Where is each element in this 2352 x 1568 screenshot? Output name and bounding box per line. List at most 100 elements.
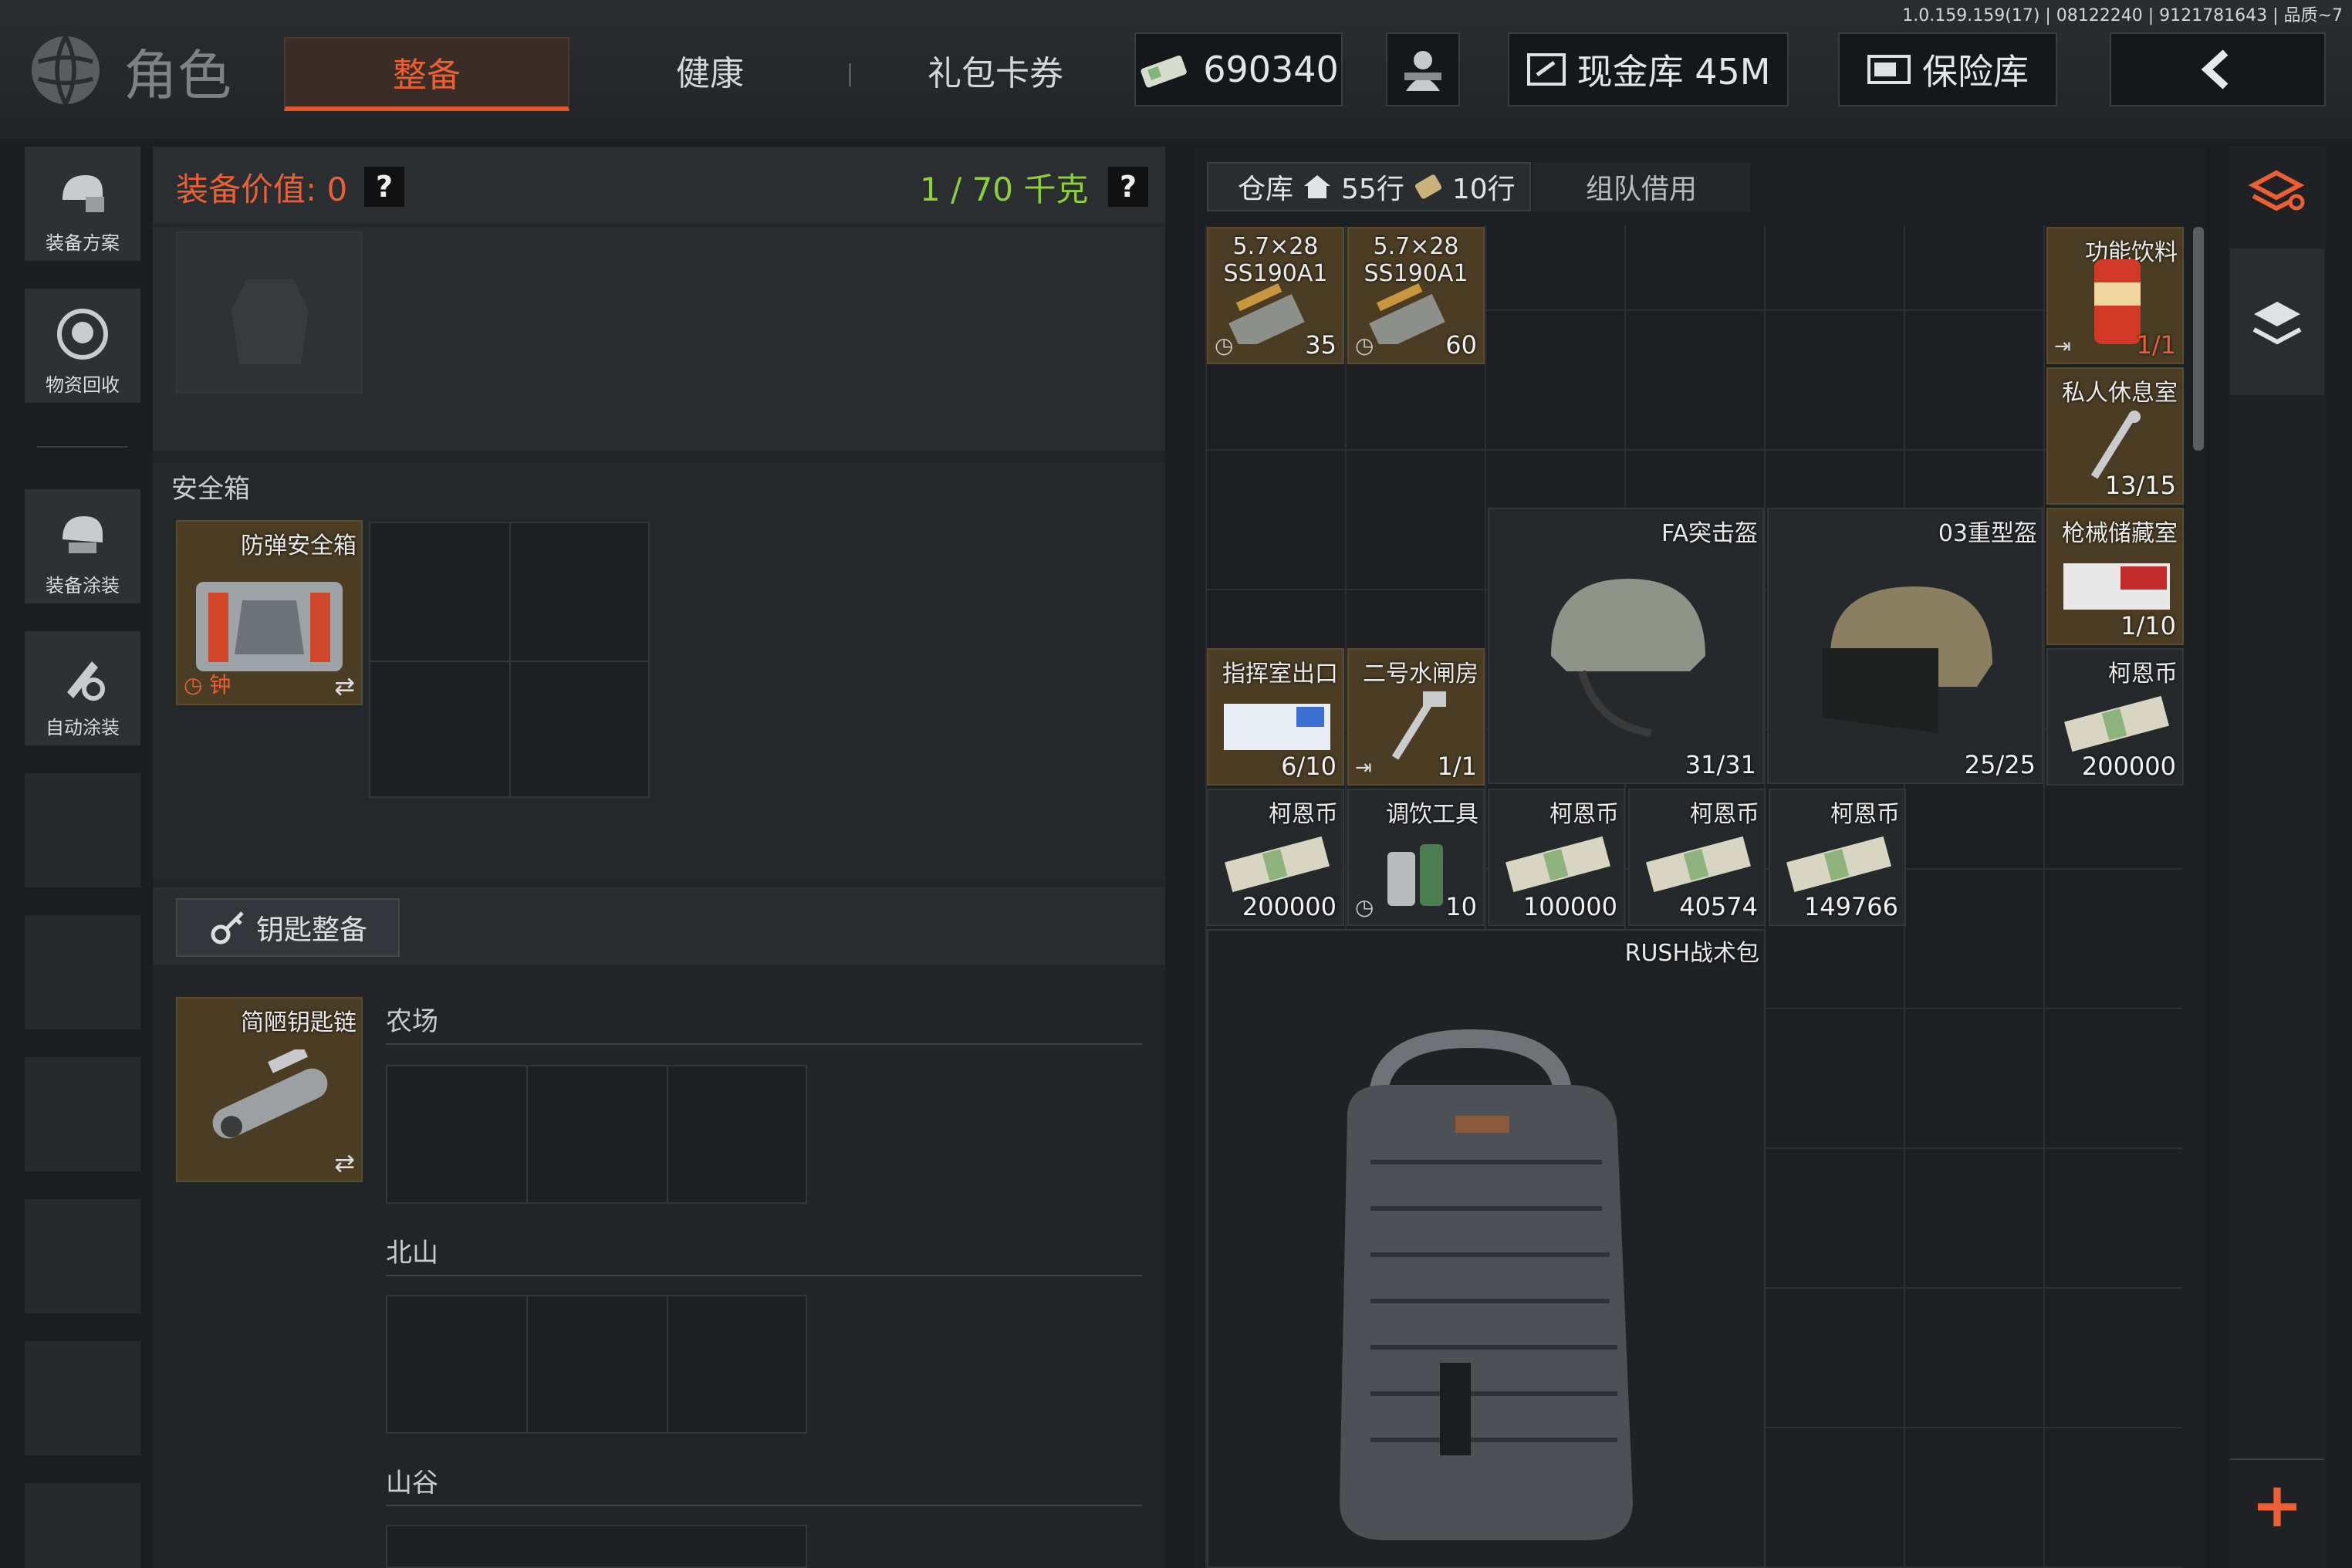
item-name: 枪械储藏室 bbox=[2062, 520, 2178, 547]
item-count: 1/1 bbox=[1437, 752, 1478, 781]
team-borrow-tab[interactable]: 组队借用 bbox=[1533, 162, 1750, 211]
cash-vault-button[interactable]: 现金库 45M bbox=[1508, 32, 1789, 106]
item-count: 31/31 bbox=[1685, 750, 1756, 779]
currency-value: 690340 bbox=[1203, 49, 1339, 90]
keycard-icon bbox=[1224, 704, 1330, 750]
safe-vault-button[interactable]: 保险库 bbox=[1838, 32, 2057, 106]
tab-gift-cards[interactable]: 礼包卡券 bbox=[895, 37, 1096, 111]
cash-vault-label: 现金库 45M bbox=[1576, 51, 1771, 93]
rows-home: 55行 bbox=[1341, 174, 1404, 205]
swap-icon[interactable]: ⇄ bbox=[334, 1148, 355, 1178]
helmet-icon bbox=[1551, 579, 1705, 737]
vault-icon bbox=[1526, 53, 1566, 86]
warehouse-item[interactable]: 私人休息室 13/15 bbox=[2046, 367, 2184, 505]
item-name: 防弹安全箱 bbox=[241, 532, 357, 559]
trader-button[interactable] bbox=[1386, 32, 1460, 106]
tab-divider bbox=[849, 63, 851, 86]
sidebar-item-auto-paint[interactable]: 自动涂装 bbox=[25, 631, 140, 745]
weight-help-button[interactable]: ? bbox=[1108, 167, 1148, 207]
currency-display[interactable]: 690340 bbox=[1134, 32, 1343, 106]
safe-box-title: 安全箱 bbox=[171, 474, 250, 505]
sidebar-item-paint[interactable]: 装备涂装 bbox=[25, 489, 140, 603]
keychain-item[interactable]: 简陋钥匙链 ⇄ bbox=[176, 997, 363, 1182]
clock-icon: ◷ bbox=[184, 672, 203, 698]
warehouse-item[interactable]: 柯恩币 100000 bbox=[1488, 789, 1625, 926]
safe-box-timer: ◷ 钟 bbox=[184, 672, 231, 698]
item-count: 149766 bbox=[1803, 892, 1898, 921]
item-count: 1/10 bbox=[2121, 611, 2176, 640]
warehouse-item[interactable]: 功能饮料 ⇥ 1/1 bbox=[2046, 227, 2184, 364]
item-name: 柯恩币 bbox=[1690, 801, 1759, 828]
warehouse-scrollbar[interactable] bbox=[2193, 227, 2204, 451]
item-count: 13/15 bbox=[2104, 471, 2176, 500]
warehouse-item[interactable]: 柯恩币 200000 bbox=[2046, 648, 2184, 786]
page-title: 角色 bbox=[123, 44, 231, 107]
sidebar-item-label: 装备涂装 bbox=[46, 575, 120, 596]
cash-stack-icon bbox=[1505, 836, 1610, 893]
item-count: 6/10 bbox=[1281, 752, 1337, 781]
store-all-button[interactable] bbox=[2230, 248, 2324, 395]
sidebar-empty-slot bbox=[25, 773, 140, 887]
safe-icon bbox=[1867, 55, 1911, 84]
sidebar-divider bbox=[37, 446, 128, 448]
sidebar-item-label: 装备方案 bbox=[46, 232, 120, 254]
sort-button[interactable] bbox=[2238, 154, 2315, 224]
cash-stack-icon bbox=[1225, 836, 1330, 893]
warehouse-item[interactable]: 枪械储藏室 1/10 bbox=[2046, 508, 2184, 645]
ticket-icon bbox=[1414, 174, 1441, 199]
warehouse-tab-label: 仓库 bbox=[1238, 174, 1294, 205]
item-count: 200000 bbox=[2081, 752, 2176, 781]
trader-icon bbox=[1404, 51, 1441, 91]
warehouse-item[interactable]: 5.7×28 SS190A1 ◷ 35 bbox=[1207, 227, 1344, 364]
sidebar-item-recycle[interactable]: 物资回收 bbox=[25, 289, 140, 403]
weight-display: 1 / 70 千克 bbox=[920, 171, 1089, 208]
item-name: 5.7×28 SS190A1 bbox=[1223, 233, 1328, 287]
warehouse-item[interactable]: 03重型盔 25/25 bbox=[1767, 508, 2043, 784]
item-name: 柯恩币 bbox=[1830, 801, 1900, 828]
warehouse-item[interactable]: 柯恩币 149766 bbox=[1769, 789, 1906, 926]
paint-icon bbox=[63, 516, 103, 553]
chest-slot[interactable] bbox=[176, 231, 363, 394]
key-slot-grid bbox=[386, 1295, 807, 1434]
exit-icon: ⇥ bbox=[1355, 756, 1372, 779]
vest-silhouette-icon bbox=[231, 279, 309, 364]
safe-case-icon bbox=[196, 582, 343, 671]
warehouse-item[interactable]: 柯恩币 200000 bbox=[1207, 789, 1344, 926]
tab-health[interactable]: 健康 bbox=[617, 37, 803, 111]
key-loadout-button[interactable]: 钥匙整备 bbox=[176, 898, 400, 957]
item-name: 调饮工具 bbox=[1386, 801, 1478, 828]
heavy-helmet-icon bbox=[1823, 586, 1992, 733]
rows-ticket: 10行 bbox=[1451, 174, 1516, 205]
clock-icon: ◷ bbox=[1355, 894, 1374, 920]
warehouse-item[interactable]: 5.7×28 SS190A1 ◷ 60 bbox=[1347, 227, 1485, 364]
item-name: 5.7×28 SS190A1 bbox=[1364, 233, 1468, 287]
key-area-label: 北山 bbox=[386, 1238, 438, 1269]
cash-icon bbox=[1141, 56, 1187, 88]
warehouse-item[interactable]: 二号水闸房 ⇥ 1/1 bbox=[1347, 648, 1485, 786]
home-icon bbox=[1304, 175, 1331, 198]
warehouse-item[interactable]: FA突击盔 31/31 bbox=[1488, 508, 1764, 784]
warehouse-tab[interactable]: 仓库 55行 10行 bbox=[1207, 162, 1531, 211]
back-button[interactable] bbox=[2110, 32, 2326, 106]
swap-icon[interactable]: ⇄ bbox=[334, 671, 355, 701]
add-icon[interactable]: + bbox=[2230, 1466, 2324, 1543]
tab-prepare[interactable]: 整备 bbox=[284, 37, 569, 111]
warehouse-item[interactable]: 调饮工具 ◷ 10 bbox=[1347, 789, 1485, 926]
item-count: 35 bbox=[1305, 330, 1337, 360]
cash-stack-icon bbox=[2064, 695, 2169, 752]
warehouse-item[interactable]: RUSH战术包 bbox=[1207, 929, 1766, 1568]
warehouse-item[interactable]: 指挥室出口 6/10 bbox=[1207, 648, 1344, 786]
warehouse-item[interactable]: 柯恩币 40574 bbox=[1628, 789, 1766, 926]
sidebar-empty-slot bbox=[25, 1199, 140, 1313]
sidebar-empty-slot bbox=[25, 915, 140, 1029]
safe-box-item[interactable]: 防弹安全箱 ◷ 钟 ⇄ bbox=[176, 520, 363, 705]
recycle-icon bbox=[57, 309, 108, 360]
item-name: 二号水闸房 bbox=[1363, 661, 1478, 688]
clock-icon: ◷ bbox=[1355, 333, 1374, 358]
key-icon bbox=[211, 911, 244, 945]
item-name: 03重型盔 bbox=[1938, 520, 2037, 547]
item-name: RUSH战术包 bbox=[1624, 940, 1759, 967]
value-help-button[interactable]: ? bbox=[364, 167, 404, 207]
keychain-icon bbox=[212, 1049, 328, 1139]
sidebar-item-loadout[interactable]: 装备方案 bbox=[25, 147, 140, 261]
